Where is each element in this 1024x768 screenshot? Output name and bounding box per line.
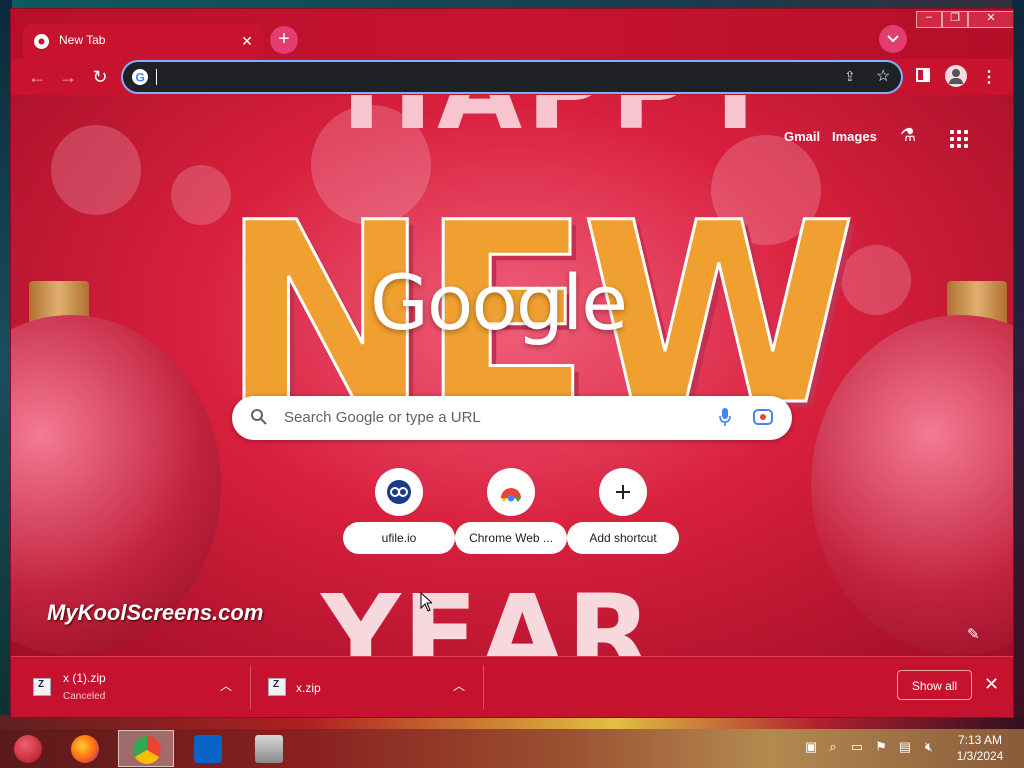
minimize-icon: –	[925, 11, 933, 23]
images-link[interactable]: Images	[832, 129, 877, 144]
add-icon	[599, 468, 647, 516]
voice-search-icon[interactable]	[718, 407, 732, 432]
shortcut-chrome-web-store[interactable]: Chrome Web ...	[455, 468, 567, 562]
google-g-icon: G	[132, 69, 148, 85]
chrome-web-store-icon	[487, 468, 535, 516]
forward-button[interactable]: →	[58, 67, 78, 87]
browser-toolbar: ← → ↻ G ⇪ ☆ ⋮	[11, 59, 1013, 95]
close-shelf-icon[interactable]: ✕	[984, 674, 999, 695]
download-filename: x.zip	[296, 681, 321, 695]
google-logo: Google	[370, 258, 628, 347]
desktop-wallpaper-right	[1012, 0, 1024, 728]
firefox-icon	[71, 735, 99, 763]
bokeh-light	[51, 125, 141, 215]
text-cursor	[156, 69, 157, 85]
taskbar-clock[interactable]: 7:13 AM 1/3/2024	[950, 732, 1010, 764]
bokeh-light	[841, 245, 911, 315]
taskbar-firefox[interactable]	[57, 730, 113, 767]
divider	[483, 665, 484, 709]
tab-new-tab[interactable]: New Tab ✕	[23, 24, 263, 59]
tray-search-icon[interactable]: ⌕	[825, 739, 841, 755]
ornament-icon	[14, 735, 42, 763]
start-button[interactable]	[0, 730, 56, 767]
profile-avatar-icon[interactable]	[945, 65, 967, 87]
clock-date: 1/3/2024	[956, 749, 1004, 763]
taskbar: ▣ ⌕ ▭ ⚑ ▤ 🔇︎ 7:13 AM 1/3/2024	[0, 729, 1024, 768]
new-tab-button[interactable]: +	[270, 26, 298, 54]
share-icon[interactable]: ⇪	[844, 68, 856, 85]
chrome-icon	[133, 736, 161, 764]
download-shelf: x (1).zip Canceled ︿ x.zip ︿ Show all ✕	[11, 656, 1013, 717]
tray-app-icon[interactable]: ▣	[803, 739, 819, 755]
shortcut-add[interactable]: Add shortcut	[567, 468, 679, 562]
network-icon[interactable]: ▤	[897, 739, 913, 755]
download-item[interactable]: x.zip ︿	[251, 657, 483, 717]
background-word-top: HAPPY	[341, 95, 779, 145]
clock-time: 7:13 AM	[957, 733, 1003, 747]
volume-muted-icon[interactable]: 🔇︎	[921, 739, 937, 755]
back-button[interactable]: ←	[27, 67, 47, 87]
tab-strip: New Tab ✕ + – ❐ ✕	[11, 9, 1013, 59]
desktop-wallpaper-bottom	[0, 715, 1024, 729]
zip-file-icon	[268, 678, 286, 696]
side-panel-icon[interactable]	[916, 68, 930, 82]
tab-close-icon[interactable]: ✕	[237, 31, 257, 51]
ntp-top-links: Gmail Images ⚗	[769, 121, 989, 151]
download-filename: x (1).zip	[63, 671, 106, 685]
shortcut-label: Chrome Web ...	[455, 522, 567, 554]
gmail-link[interactable]: Gmail	[784, 129, 820, 144]
google-apps-icon[interactable]	[950, 130, 968, 148]
bookmark-star-icon[interactable]: ☆	[876, 66, 890, 86]
files-icon	[255, 735, 283, 763]
shortcut-label: Add shortcut	[567, 522, 679, 554]
customize-pencil-icon[interactable]: ✎	[967, 625, 980, 643]
address-bar[interactable]: G ⇪ ☆	[123, 62, 901, 92]
download-status: Canceled	[63, 691, 106, 702]
close-icon: ✕	[986, 12, 996, 24]
chevron-up-icon[interactable]: ︿	[220, 677, 232, 694]
shortcut-ufile[interactable]: ufile.io	[343, 468, 455, 562]
reload-button[interactable]: ↻	[90, 67, 110, 87]
show-all-button[interactable]: Show all	[897, 670, 972, 700]
new-tab-page: HAPPY NEW YEAR Gmail Images ⚗ Google Sea…	[11, 95, 1013, 656]
shortcut-label: ufile.io	[343, 522, 455, 554]
chevron-up-icon[interactable]: ︿	[453, 677, 465, 694]
tray-pen-icon[interactable]: ▭	[849, 739, 865, 755]
maximize-icon: ❐	[950, 12, 960, 24]
taskbar-files[interactable]	[241, 730, 297, 767]
search-box[interactable]: Search Google or type a URL	[232, 396, 792, 440]
close-window-button[interactable]: ✕	[968, 11, 1013, 28]
google-lens-icon[interactable]	[753, 408, 773, 431]
mouse-pointer-icon	[420, 591, 434, 617]
search-icon	[250, 408, 268, 431]
tab-title: New Tab	[59, 33, 106, 47]
taskbar-chrome[interactable]	[118, 730, 174, 767]
watermark-text: MyKoolScreens.com	[47, 600, 264, 625]
zip-file-icon	[33, 678, 51, 696]
taskbar-outlook[interactable]	[180, 730, 236, 767]
download-item[interactable]: x (1).zip Canceled ︿	[11, 657, 249, 717]
minimize-button[interactable]: –	[916, 11, 942, 28]
outlook-icon	[194, 735, 222, 763]
chrome-menu-icon[interactable]: ⋮	[981, 67, 997, 87]
ufile-icon	[375, 468, 423, 516]
maximize-button[interactable]: ❐	[942, 11, 968, 28]
chrome-favicon-icon	[34, 34, 49, 49]
labs-flask-icon[interactable]: ⚗	[900, 125, 916, 146]
chevron-down-icon	[887, 35, 899, 43]
svg-text:G: G	[136, 71, 145, 85]
search-input[interactable]: Search Google or type a URL	[284, 409, 481, 426]
tab-search-button[interactable]	[879, 25, 907, 53]
chrome-window: New Tab ✕ + – ❐ ✕ ← → ↻ G ⇪ ☆ ⋮ NEW YEAR…	[11, 9, 1013, 717]
background-word-bottom: YEAR	[321, 571, 654, 656]
action-center-flag-icon[interactable]: ⚑	[873, 739, 889, 755]
